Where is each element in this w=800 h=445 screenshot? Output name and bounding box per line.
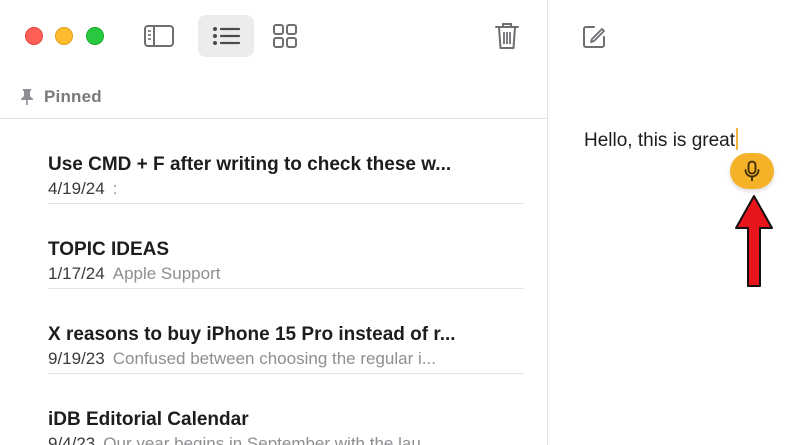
note-body-text[interactable]: Hello, this is great: [584, 128, 739, 152]
note-preview: Our year begins in September with the la…: [103, 434, 435, 445]
list-view-button[interactable]: [198, 15, 254, 57]
notes-list-pane: Pinned Use CMD + F after writing to chec…: [0, 0, 548, 445]
note-date: 9/4/23: [48, 434, 96, 445]
gallery-view-button[interactable]: [257, 15, 313, 57]
trash-icon: [495, 23, 519, 49]
sidebar-icon: [144, 25, 174, 47]
note-title: TOPIC IDEAS: [48, 239, 170, 260]
text-cursor: [736, 128, 739, 150]
minimize-window-button[interactable]: [55, 27, 73, 45]
note-title: iDB Editorial Calendar: [48, 409, 249, 430]
note-body-content: Hello, this is great: [584, 130, 736, 151]
note-date: 9/19/23: [48, 349, 105, 368]
zoom-window-button[interactable]: [86, 27, 104, 45]
new-note-button[interactable]: [579, 22, 609, 52]
note-date: 4/19/24: [48, 179, 105, 198]
red-arrow-icon: [735, 195, 773, 287]
notes-list: Use CMD + F after writing to check these…: [48, 119, 524, 445]
gallery-view-icon: [273, 24, 297, 48]
note-row[interactable]: Use CMD + F after writing to check these…: [48, 119, 524, 204]
dictation-button[interactable]: [730, 153, 774, 189]
note-title: X reasons to buy iPhone 15 Pro instead o…: [48, 324, 456, 345]
delete-note-button[interactable]: [479, 15, 535, 57]
pinned-section-header: Pinned: [20, 86, 102, 108]
note-row[interactable]: X reasons to buy iPhone 15 Pro instead o…: [48, 289, 524, 374]
note-meta: 9/4/23 Our year begins in September with …: [48, 434, 435, 445]
microphone-icon: [744, 160, 760, 182]
pinned-section-label: Pinned: [44, 87, 102, 106]
note-preview: Apple Support: [112, 264, 221, 283]
note-meta: 4/19/24:: [48, 179, 117, 199]
note-row[interactable]: iDB Editorial Calendar 9/4/23 Our year be…: [48, 374, 524, 445]
compose-icon: [583, 26, 605, 48]
note-preview: :: [112, 179, 118, 198]
note-preview: Confused between choosing the regular i.…: [112, 349, 436, 368]
note-row[interactable]: TOPIC IDEAS 1/17/24 Apple Support: [48, 204, 524, 289]
note-meta: 9/19/23 Confused between choosing the reg…: [48, 349, 436, 369]
note-date: 1/17/24: [48, 264, 105, 283]
toggle-sidebar-button[interactable]: [131, 15, 187, 57]
pin-icon: [21, 89, 33, 105]
close-window-button[interactable]: [25, 27, 43, 45]
note-meta: 1/17/24 Apple Support: [48, 264, 220, 284]
list-view-icon: [213, 27, 241, 45]
note-editor-pane[interactable]: Hello, this is great: [549, 0, 800, 445]
note-title: Use CMD + F after writing to check these…: [48, 154, 452, 175]
